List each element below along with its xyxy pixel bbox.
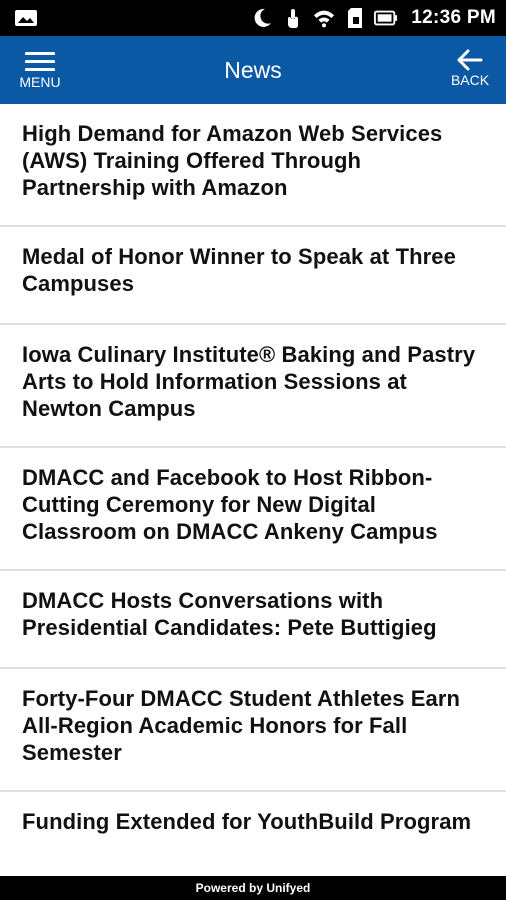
footer: Powered by Unifyed	[0, 876, 506, 900]
news-title: Funding Extended for YouthBuild Program	[22, 809, 472, 834]
news-list: High Demand for Amazon Web Services (AWS…	[0, 104, 506, 876]
wifi-icon	[312, 7, 336, 29]
sd-card-icon	[343, 7, 367, 29]
news-item[interactable]: Forty-Four DMACC Student Athletes Earn A…	[0, 669, 506, 792]
touch-icon	[281, 7, 305, 29]
status-icons: 12:36 PM	[250, 0, 496, 36]
news-item[interactable]: DMACC and Facebook to Host Ribbon-Cuttin…	[0, 448, 506, 571]
news-item[interactable]: Medal of Honor Winner to Speak at Three …	[0, 227, 506, 325]
page-title: News	[224, 57, 282, 83]
news-title: Iowa Culinary Institute® Baking and Past…	[22, 342, 476, 421]
news-item[interactable]: DMACC Hosts Conversations with President…	[0, 571, 506, 669]
news-title: DMACC Hosts Conversations with President…	[22, 588, 437, 640]
news-title: High Demand for Amazon Web Services (AWS…	[22, 121, 443, 200]
news-item[interactable]: Funding Extended for YouthBuild Program	[0, 792, 506, 859]
moon-icon	[250, 7, 274, 29]
news-item[interactable]: Iowa Culinary Institute® Baking and Past…	[0, 325, 506, 448]
status-bar: 12:36 PM	[0, 0, 506, 36]
back-button[interactable]: BACK	[442, 46, 498, 98]
back-label: BACK	[450, 72, 490, 88]
arrow-left-icon	[457, 49, 483, 71]
news-item[interactable]: High Demand for Amazon Web Services (AWS…	[0, 104, 506, 227]
battery-icon	[374, 7, 398, 29]
news-title: Forty-Four DMACC Student Athletes Earn A…	[22, 686, 461, 765]
news-title: Medal of Honor Winner to Speak at Three …	[22, 244, 456, 296]
app-header: MENU News BACK	[0, 36, 506, 104]
photo-icon	[14, 9, 38, 27]
status-time: 12:36 PM	[411, 7, 496, 28]
news-title: DMACC and Facebook to Host Ribbon-Cuttin…	[22, 465, 438, 544]
